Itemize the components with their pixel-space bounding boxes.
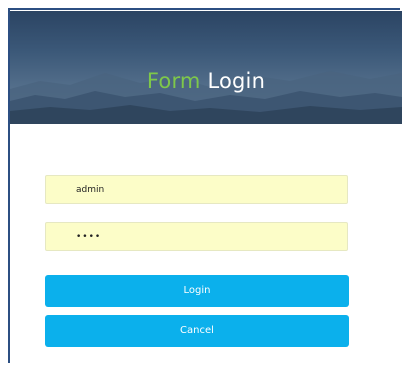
title-main-word: Login	[200, 69, 266, 93]
login-button[interactable]: Login	[45, 275, 349, 307]
password-input[interactable]	[45, 222, 348, 251]
mountain-landscape-image	[10, 71, 402, 124]
title-accent-word: Form	[146, 69, 201, 93]
header-banner: Form Login	[10, 11, 402, 124]
username-input[interactable]	[45, 175, 348, 204]
page-title: Form Login	[10, 69, 402, 93]
cancel-button[interactable]: Cancel	[45, 315, 349, 347]
